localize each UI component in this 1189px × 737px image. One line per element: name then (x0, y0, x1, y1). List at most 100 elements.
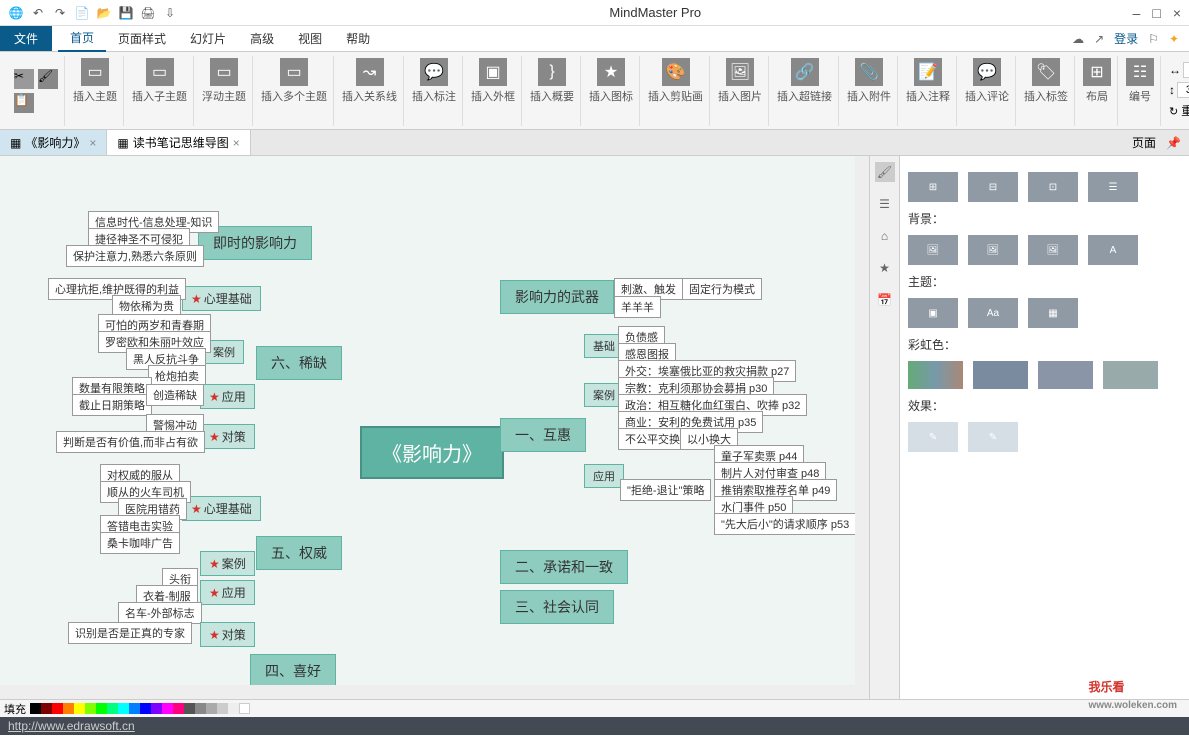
branch-node[interactable]: 四、喜好 (250, 654, 336, 688)
leaf-node[interactable]: 创造稀缺 (146, 384, 204, 406)
color-swatch[interactable] (85, 703, 96, 714)
color-swatch[interactable] (239, 703, 250, 714)
cut-icon[interactable]: ✂ (14, 69, 34, 89)
redo-icon[interactable]: ↷ (52, 5, 68, 21)
pin-icon[interactable]: 📌 (1166, 136, 1189, 150)
sub-node[interactable]: ★应用 (200, 384, 255, 409)
bg-tile-3[interactable]: 🖼 (1028, 235, 1078, 265)
color-swatch[interactable] (151, 703, 162, 714)
tab-slideshow[interactable]: 幻灯片 (178, 26, 238, 51)
leaf-node[interactable]: 羊羊羊 (614, 296, 661, 318)
effect-tile-1[interactable]: ✎ (908, 422, 958, 452)
color-swatch[interactable] (129, 703, 140, 714)
insert-note[interactable]: 📝插入注释 (900, 56, 957, 126)
sub-node[interactable]: ★心理基础 (182, 496, 261, 521)
rainbow-tile-4[interactable] (1103, 361, 1158, 389)
globe-icon[interactable]: 🌐 (8, 5, 24, 21)
insert-clipart[interactable]: 🎨插入剪贴画 (642, 56, 710, 126)
insert-mark-icon[interactable]: ★插入图标 (583, 56, 640, 126)
color-swatch[interactable] (217, 703, 228, 714)
layout-tile-1[interactable]: ⊞ (908, 172, 958, 202)
theme-tile-3[interactable]: ▦ (1028, 298, 1078, 328)
branch-node[interactable]: 一、互惠 (500, 418, 586, 452)
color-swatch[interactable] (30, 703, 41, 714)
paste-icon[interactable]: 📋 (14, 93, 34, 113)
login-link[interactable]: 登录 (1114, 30, 1138, 47)
open-icon[interactable]: 📂 (96, 5, 112, 21)
color-swatch[interactable] (228, 703, 239, 714)
sub-node[interactable]: ★案例 (200, 551, 255, 576)
color-swatch[interactable] (140, 703, 151, 714)
bg-tile-2[interactable]: 🖼 (968, 235, 1018, 265)
color-swatch[interactable] (74, 703, 85, 714)
insert-subtopic[interactable]: ▭插入子主题 (126, 56, 194, 126)
insert-tag[interactable]: 🏷插入标签 (1018, 56, 1075, 126)
color-swatch[interactable] (96, 703, 107, 714)
reset-button[interactable]: ↻ 重置 (1169, 102, 1189, 119)
tab-view[interactable]: 视图 (286, 26, 334, 51)
insert-topic[interactable]: ▭插入主题 (67, 56, 124, 126)
layout-button[interactable]: ⊞布局 (1077, 56, 1118, 126)
rainbow-tile-3[interactable] (1038, 361, 1093, 389)
insert-multi-topic[interactable]: ▭插入多个主题 (255, 56, 334, 126)
status-link[interactable]: http://www.edrawsoft.cn (8, 719, 135, 733)
app-icon[interactable]: ✦ (1169, 32, 1179, 46)
bg-tile-1[interactable]: 🖼 (908, 235, 958, 265)
tab-help[interactable]: 帮助 (334, 26, 382, 51)
insert-attachment[interactable]: 📎插入附件 (841, 56, 898, 126)
print-icon[interactable]: 🖨 (140, 5, 156, 21)
branch-node[interactable]: 影响力的武器 (500, 280, 614, 314)
floating-topic[interactable]: ▭浮动主题 (196, 56, 253, 126)
insert-comment[interactable]: 💬插入评论 (959, 56, 1016, 126)
color-swatch[interactable] (107, 703, 118, 714)
insert-relationship[interactable]: ↝插入关系线 (336, 56, 404, 126)
sub-node[interactable]: ★应用 (200, 580, 255, 605)
color-swatch[interactable] (173, 703, 184, 714)
color-swatch[interactable] (63, 703, 74, 714)
brush-icon[interactable]: 🖌 (875, 162, 895, 182)
star-icon[interactable]: ★ (875, 258, 895, 278)
insert-image[interactable]: 🖼插入图片 (712, 56, 769, 126)
branch-node[interactable]: 二、承诺和一致 (500, 550, 628, 584)
leaf-node[interactable]: "先大后小"的请求顺序 p53 (714, 513, 856, 535)
close-tab-icon[interactable]: × (233, 136, 240, 150)
home-icon[interactable]: ⌂ (875, 226, 895, 246)
color-swatch[interactable] (184, 703, 195, 714)
color-swatch[interactable] (41, 703, 52, 714)
layout-tile-2[interactable]: ⊟ (968, 172, 1018, 202)
list-icon[interactable]: ☰ (875, 194, 895, 214)
minimize-button[interactable]: – (1133, 5, 1141, 21)
doc-tab-2[interactable]: ▦ 读书笔记思维导图 × (107, 130, 250, 155)
leaf-node[interactable]: 不公平交换 (618, 428, 687, 450)
leaf-node[interactable]: 保护注意力,熟悉六条原则 (66, 245, 204, 267)
tab-advanced[interactable]: 高级 (238, 26, 286, 51)
horizontal-scrollbar[interactable] (0, 685, 855, 699)
doc-tab-1[interactable]: ▦ 《影响力》 × (0, 130, 107, 155)
theme-tile-2[interactable]: Aa (968, 298, 1018, 328)
sub-node[interactable]: 应用 (584, 464, 624, 488)
close-tab-icon[interactable]: × (89, 136, 96, 150)
maximize-button[interactable]: □ (1152, 5, 1160, 21)
effect-tile-2[interactable]: ✎ (968, 422, 1018, 452)
insert-boundary[interactable]: ▣插入外框 (465, 56, 522, 126)
leaf-node[interactable]: "拒绝-退让"策略 (620, 479, 711, 501)
branch-node[interactable]: 五、权威 (256, 536, 342, 570)
leaf-node[interactable]: 截止日期策略 (72, 394, 152, 416)
cloud-icon[interactable]: ☁ (1072, 32, 1084, 46)
hspacing-input[interactable] (1183, 62, 1189, 78)
format-brush-icon[interactable]: 🖌 (38, 69, 58, 89)
layout-tile-3[interactable]: ⊡ (1028, 172, 1078, 202)
leaf-node[interactable]: 识别是否是正真的专家 (68, 622, 192, 644)
insert-summary[interactable]: }插入概要 (524, 56, 581, 126)
theme-tile-1[interactable]: ▣ (908, 298, 958, 328)
canvas[interactable]: 《影响力》 即时的影响力 信息时代-信息处理-知识 捷径神圣不可侵犯 保护注意力… (0, 156, 869, 699)
color-swatch[interactable] (118, 703, 129, 714)
color-swatch[interactable] (162, 703, 173, 714)
new-icon[interactable]: 📄 (74, 5, 90, 21)
tab-page-style[interactable]: 页面样式 (106, 26, 178, 51)
vertical-scrollbar[interactable] (855, 156, 869, 699)
sub-node[interactable]: ★对策 (200, 622, 255, 647)
undo-icon[interactable]: ↶ (30, 5, 46, 21)
layout-tile-4[interactable]: ☰ (1088, 172, 1138, 202)
tab-home[interactable]: 首页 (58, 25, 106, 52)
